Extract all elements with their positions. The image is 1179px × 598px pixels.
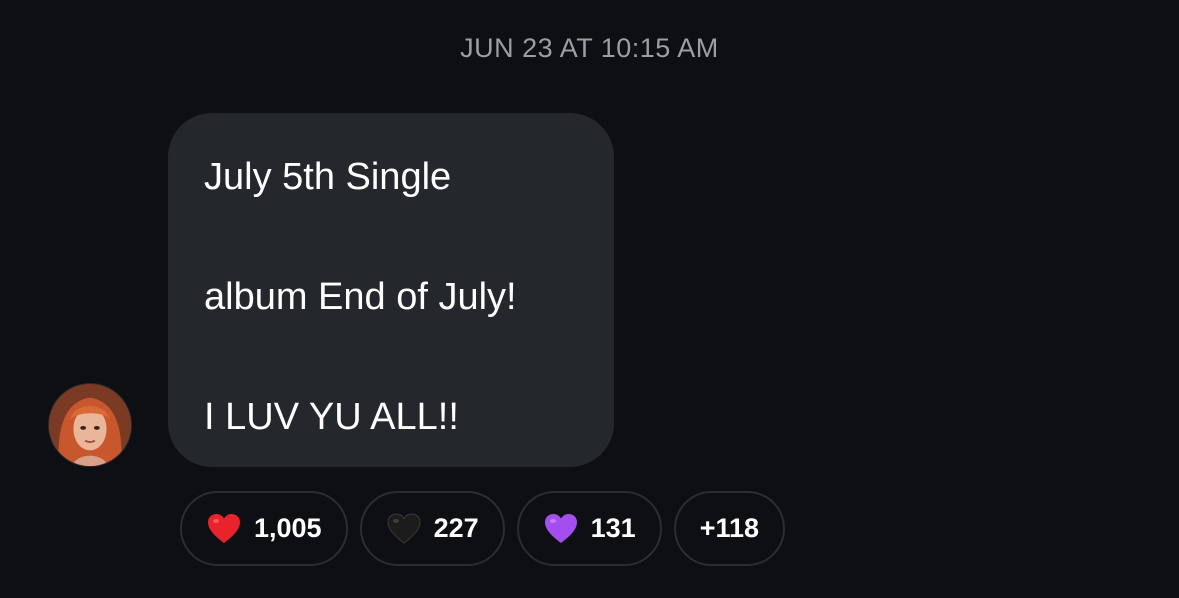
message-thread: JUN 23 AT 10:15 AM July 5th Single album… xyxy=(0,0,1179,598)
reaction-red-heart[interactable]: 1,005 xyxy=(180,491,348,566)
reaction-count: 227 xyxy=(433,513,479,543)
avatar-image xyxy=(49,384,131,466)
reaction-purple-heart[interactable]: 131 xyxy=(516,491,662,566)
red-heart-icon xyxy=(206,511,242,547)
message-timestamp: JUN 23 AT 10:15 AM xyxy=(460,33,719,63)
more-reactions-count: +118 xyxy=(699,513,760,543)
message-line-blank xyxy=(204,327,578,387)
message-line-3: I LUV YU ALL!! xyxy=(204,396,459,438)
more-reactions-button[interactable]: +118 xyxy=(673,491,786,566)
reactions-bar: 1,005 227 131 +118 xyxy=(180,491,786,566)
reaction-count: 1,005 xyxy=(254,513,322,543)
reaction-black-heart[interactable]: 227 xyxy=(359,491,505,566)
purple-heart-icon xyxy=(543,511,579,547)
message-bubble[interactable]: July 5th Single album End of July! I LUV… xyxy=(168,113,614,467)
message-line-blank xyxy=(204,207,578,267)
reaction-count: 131 xyxy=(590,513,636,543)
message-line-2: album End of July! xyxy=(204,276,517,318)
sender-avatar[interactable] xyxy=(48,383,132,467)
message-line-1: July 5th Single xyxy=(204,156,452,198)
black-heart-icon xyxy=(386,511,422,547)
